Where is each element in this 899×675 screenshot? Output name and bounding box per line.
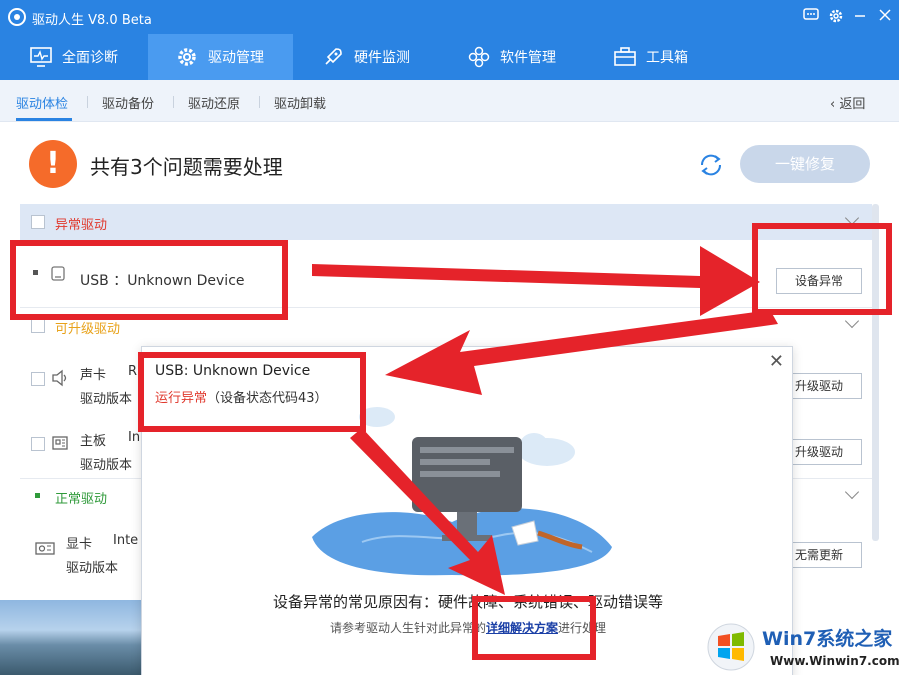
highlight-abnormal-button [752,223,892,315]
annotation-arrows [312,246,778,595]
highlight-usb-item [10,240,288,320]
highlight-solution-link [472,596,596,660]
highlight-dialog-title [138,352,366,432]
